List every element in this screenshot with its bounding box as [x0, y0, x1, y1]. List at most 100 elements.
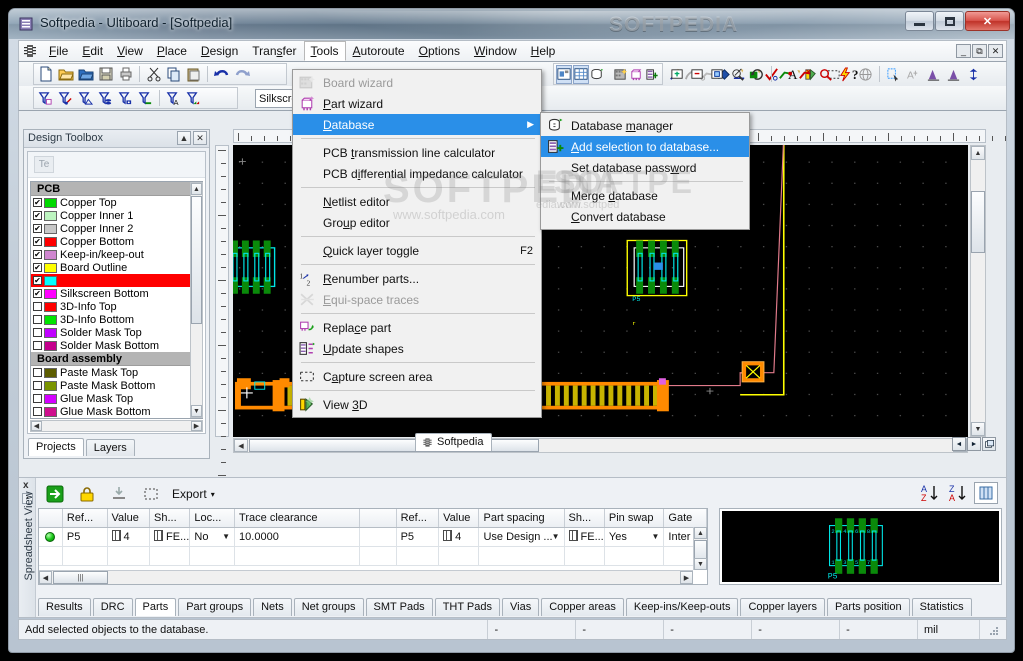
layer-color-swatch[interactable] [44, 275, 57, 286]
mdi-close-button[interactable]: ✕ [988, 44, 1003, 58]
layer-checkbox[interactable]: ✔ [33, 263, 42, 272]
layer-checkbox[interactable] [33, 341, 42, 350]
flip-icon[interactable] [964, 65, 983, 84]
spreadsheet-tab-copper-areas[interactable]: Copper areas [541, 598, 624, 616]
layer-row[interactable]: ✔ Copper Top [31, 196, 202, 209]
layer-checkbox[interactable]: ✔ [33, 198, 42, 207]
filter-polygon-icon[interactable] [76, 89, 95, 108]
column-header[interactable]: Trace clearance [234, 509, 361, 528]
zoom-out-icon[interactable] [688, 65, 707, 84]
column-header[interactable] [359, 509, 397, 528]
design-toolbox-collapse-button[interactable]: ▲ [177, 131, 191, 145]
column-header[interactable]: Value [438, 509, 480, 528]
layer-color-swatch[interactable] [44, 393, 57, 404]
tools-menu-item-board-wizard[interactable]: Board wizard [293, 72, 541, 93]
layer-color-swatch[interactable] [44, 367, 57, 378]
menu-window[interactable]: Window [467, 41, 524, 61]
unroute-icon[interactable] [796, 65, 815, 84]
open-icon[interactable] [56, 65, 75, 84]
cell-value2[interactable]: 4 [438, 527, 480, 547]
cell-editor-button[interactable] [111, 530, 121, 541]
filter-smt-icon[interactable] [116, 89, 135, 108]
design-toolbox-tab-projects[interactable]: Projects [28, 438, 84, 456]
cell-shape2[interactable]: FE... [564, 527, 605, 547]
layer-row[interactable]: Glue Mask Top [31, 392, 202, 405]
design-toolbox-filter-button[interactable]: Te [34, 156, 54, 173]
globe-icon[interactable] [856, 65, 875, 84]
window-close-button[interactable]: ✕ [965, 11, 1010, 31]
cell-editor-button[interactable] [568, 530, 578, 541]
export-dropdown-arrow[interactable]: ▾ [211, 490, 215, 499]
column-header[interactable]: Sh... [149, 509, 191, 528]
save-icon[interactable] [96, 65, 115, 84]
cell-part_spacing[interactable]: Use Design ... ▼ [478, 527, 565, 547]
sort-ascending-icon[interactable]: AZ [918, 482, 940, 504]
zoom-area-icon[interactable] [728, 65, 747, 84]
scroll-thumb[interactable] [191, 196, 202, 324]
scroll-down-arrow[interactable]: ▼ [191, 405, 202, 417]
columns-icon[interactable] [974, 482, 998, 504]
menu-options[interactable]: Options [412, 41, 467, 61]
paste-icon[interactable] [184, 65, 203, 84]
layer-checkbox[interactable] [33, 302, 42, 311]
sort-descending-icon[interactable]: ZA [946, 482, 968, 504]
layer-row[interactable]: Solder Mask Bottom [31, 339, 202, 352]
menu-autoroute[interactable]: Autoroute [346, 41, 412, 61]
layer-color-swatch[interactable] [44, 210, 57, 221]
cell-trace_clearance[interactable]: 10.0000 [234, 527, 361, 547]
layer-color-swatch[interactable] [44, 301, 57, 312]
layer-color-swatch[interactable] [44, 327, 57, 338]
window-maximize-button[interactable] [935, 11, 964, 31]
menu-edit[interactable]: Edit [75, 41, 110, 61]
spreadsheet-tab-nets[interactable]: Nets [253, 598, 292, 616]
database-menu-item-merge-database[interactable]: Merge database [541, 185, 749, 206]
document-windows-button[interactable] [982, 437, 996, 451]
cell-editor-button[interactable] [154, 530, 164, 541]
layer-row[interactable]: 3D-Info Bottom [31, 313, 202, 326]
grid-scroll-right[interactable]: ▶ [680, 571, 693, 584]
layer-list-vertical-scrollbar[interactable]: ▲ ▼ [190, 182, 203, 418]
tools-menu-item-replace-part[interactable]: Replace part [293, 317, 541, 338]
tools-menu-popup[interactable]: Board wizard Part wizard Database ▶ PCB tran… [292, 69, 542, 418]
menu-transfer[interactable]: Transfer [245, 41, 303, 61]
design-toolbox-tab-layers[interactable]: Layers [85, 439, 135, 456]
select-area-icon[interactable] [140, 483, 162, 505]
layer-color-swatch[interactable] [44, 340, 57, 351]
tools-menu-item-capture-screen-area[interactable]: Capture screen area [293, 366, 541, 387]
database-menu-item-set-database-password[interactable]: Set database password [541, 157, 749, 178]
tools-menu-item-renumber-parts[interactable]: 1 2 Renumber parts... [293, 268, 541, 289]
lock-icon[interactable] [76, 483, 98, 505]
autotext-icon[interactable]: A [904, 65, 923, 84]
window-minimize-button[interactable] [905, 11, 934, 31]
menu-file[interactable]: File [42, 41, 75, 61]
layer-checkbox[interactable]: ✔ [33, 224, 42, 233]
column-header[interactable]: Gate [663, 509, 707, 528]
spreadsheet-tab-vias[interactable]: Vias [502, 598, 540, 616]
layer-checkbox[interactable]: ✔ [33, 250, 42, 259]
document-next-button[interactable]: ► [967, 437, 981, 451]
scroll-right-arrow[interactable]: ▶ [191, 421, 202, 431]
grid-scroll-down[interactable]: ▼ [694, 558, 707, 570]
canvas-scroll-up[interactable]: ▲ [971, 146, 985, 160]
mdi-restore-button[interactable]: ⧉ [972, 44, 987, 58]
tools-menu-item-quick-layer-toggle[interactable]: Quick layer toggle F2 [293, 240, 541, 261]
spreadsheet-tab-keep-ins-keep-outs[interactable]: Keep-ins/Keep-outs [625, 598, 739, 616]
cell-status[interactable] [39, 527, 63, 547]
layer-color-swatch[interactable] [44, 262, 57, 273]
grid-scroll-thumb-h[interactable]: ||| [53, 571, 108, 584]
spreadsheet-tab-drc[interactable]: DRC [92, 598, 133, 616]
undo-icon[interactable] [212, 65, 231, 84]
layer-row[interactable]: Paste Mask Top [31, 366, 202, 379]
layer-row[interactable]: ✔ Copper Inner 2 [31, 222, 202, 235]
spreadsheet-tab-parts-position[interactable]: Parts position [826, 598, 910, 616]
cell-shape[interactable]: FE... [149, 527, 191, 547]
layer-row[interactable]: ✔ Silkscreen Top [31, 274, 202, 287]
layer-color-swatch[interactable] [44, 288, 57, 299]
spreadsheet-tab-results[interactable]: Results [38, 598, 91, 616]
cell-editor-button[interactable] [443, 530, 453, 541]
mdi-minimize-button[interactable]: _ [956, 44, 971, 58]
tools-menu-item-netlist-editor[interactable]: Netlist editor [293, 191, 541, 212]
layer-row[interactable]: 3D-Info Top [31, 300, 202, 313]
layer-color-swatch[interactable] [44, 406, 57, 417]
spreadsheet-tab-statistics[interactable]: Statistics [911, 598, 972, 616]
